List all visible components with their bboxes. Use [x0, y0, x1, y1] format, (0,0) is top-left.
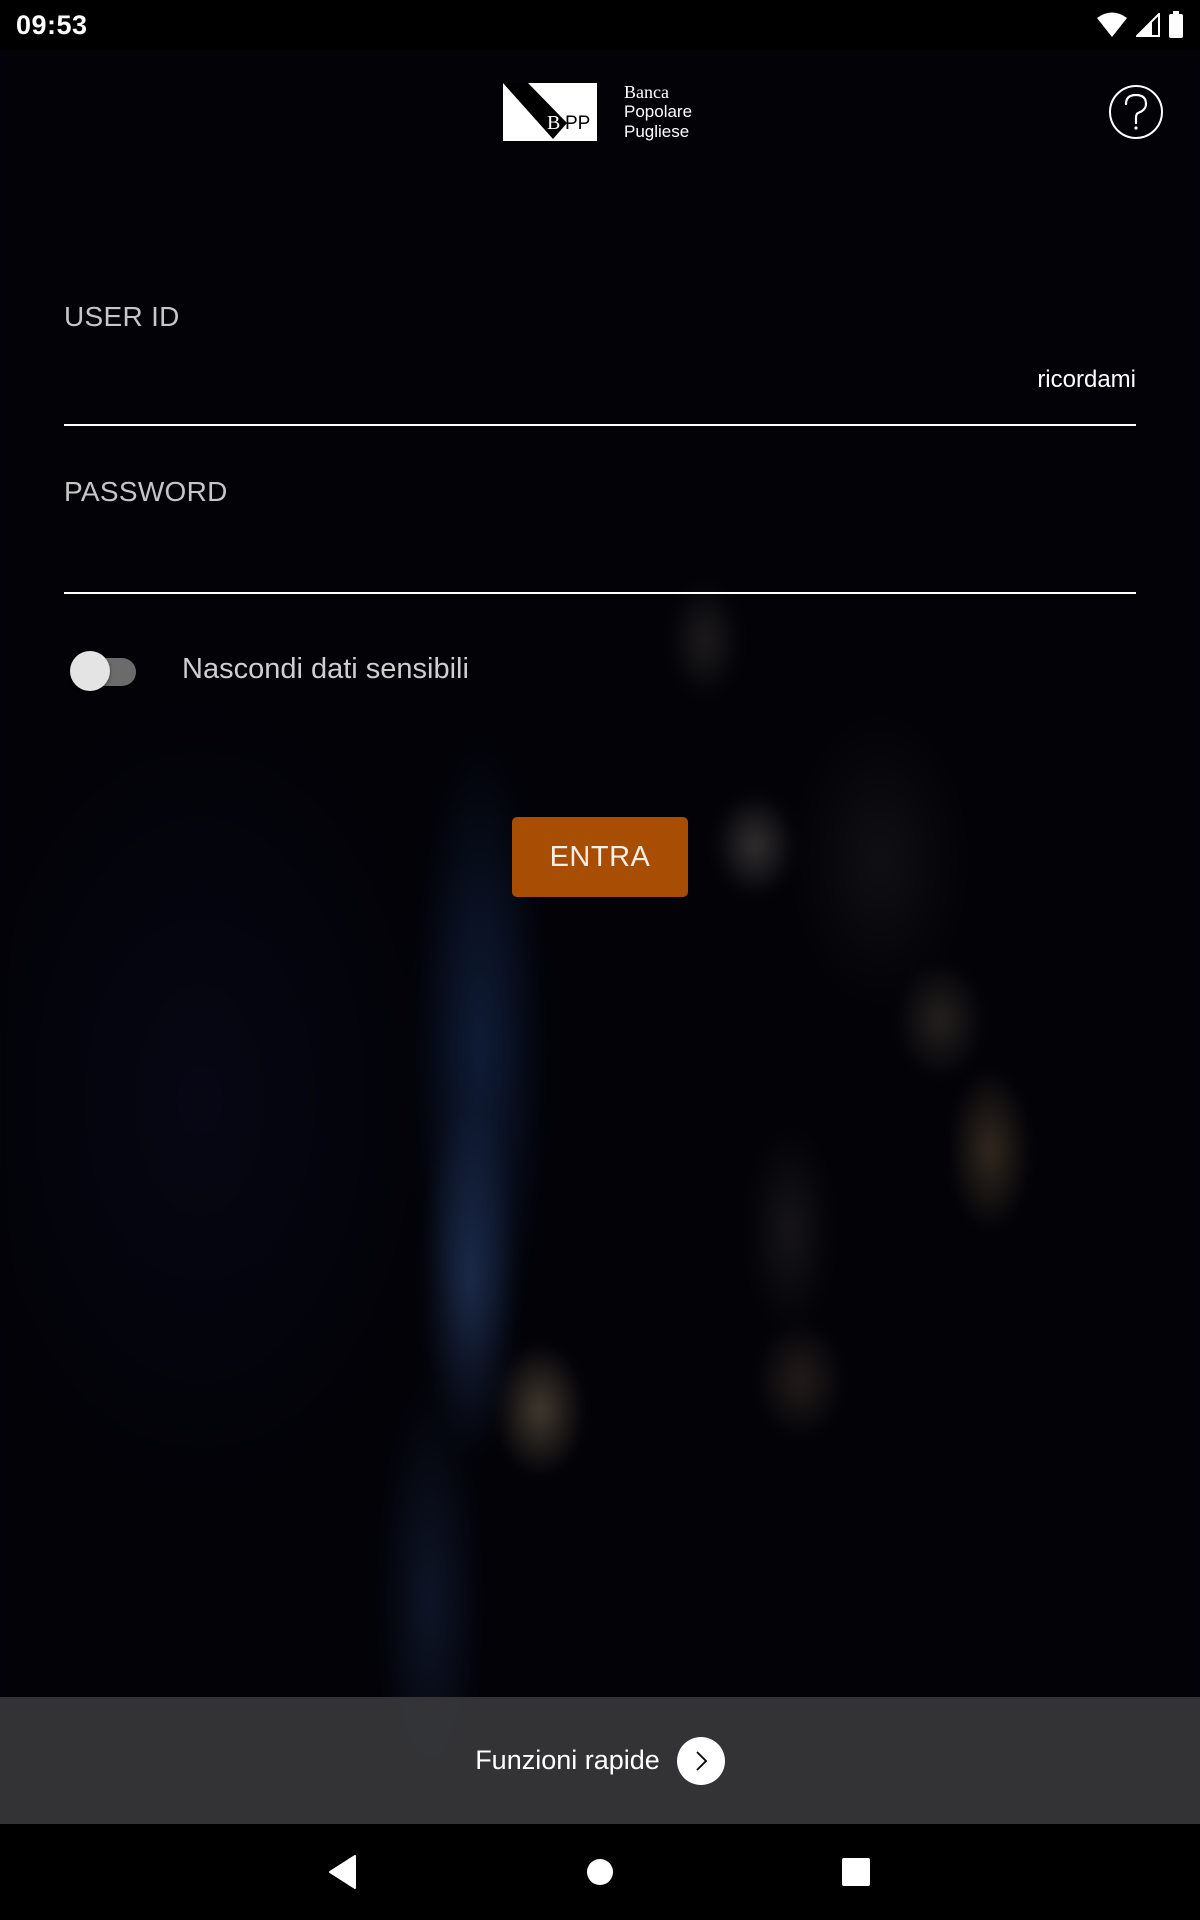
nav-home-button[interactable]	[582, 1854, 618, 1890]
svg-text:PP: PP	[565, 113, 590, 134]
login-button[interactable]: ENTRA	[512, 817, 688, 897]
hide-sensitive-data-label: Nascondi dati sensibili	[182, 653, 469, 685]
quick-functions-button[interactable]: Funzioni rapide	[0, 1697, 1200, 1824]
status-bar: 09:53	[0, 0, 1200, 50]
bank-name: Banca Popolare Pugliese	[624, 82, 692, 142]
remember-me-toggle[interactable]: ricordami	[1037, 366, 1136, 394]
nav-back-button[interactable]	[325, 1854, 361, 1890]
status-icons	[1096, 11, 1184, 39]
cellular-signal-icon	[1136, 13, 1160, 37]
battery-icon	[1168, 11, 1184, 39]
question-circle-icon	[1124, 93, 1148, 130]
user-id-label: USER ID	[64, 301, 180, 332]
recents-icon	[842, 1858, 870, 1886]
hide-sensitive-data-switch[interactable]	[70, 650, 136, 691]
status-time: 09:53	[16, 9, 88, 40]
login-screen: 09:53 B PP Banca Popolare Pugliese USER …	[0, 0, 1200, 1920]
switch-thumb	[70, 651, 110, 691]
home-icon	[587, 1859, 613, 1885]
user-id-input[interactable]	[64, 360, 964, 420]
bank-name-line-1: Banca	[624, 82, 669, 102]
bank-name-line-2: Popolare	[624, 102, 693, 121]
help-button[interactable]	[1109, 85, 1163, 139]
system-navigation-bar	[0, 1824, 1200, 1920]
background-image	[0, 0, 1200, 1820]
password-input[interactable]	[64, 528, 1136, 588]
user-id-underline	[64, 424, 1136, 426]
svg-text:B: B	[547, 112, 560, 134]
bpp-logo-mark-icon: B PP	[503, 83, 597, 141]
bank-name-line-3: Pugliese	[624, 122, 690, 141]
chevron-right-circle-icon	[676, 1736, 725, 1785]
bank-logo: B PP Banca Popolare Pugliese	[503, 82, 692, 142]
quick-functions-label: Funzioni rapide	[475, 1745, 660, 1775]
password-label: PASSWORD	[64, 476, 228, 507]
back-icon	[329, 1855, 356, 1889]
nav-recents-button[interactable]	[838, 1854, 874, 1890]
wifi-icon	[1096, 12, 1128, 38]
password-underline	[64, 592, 1136, 594]
